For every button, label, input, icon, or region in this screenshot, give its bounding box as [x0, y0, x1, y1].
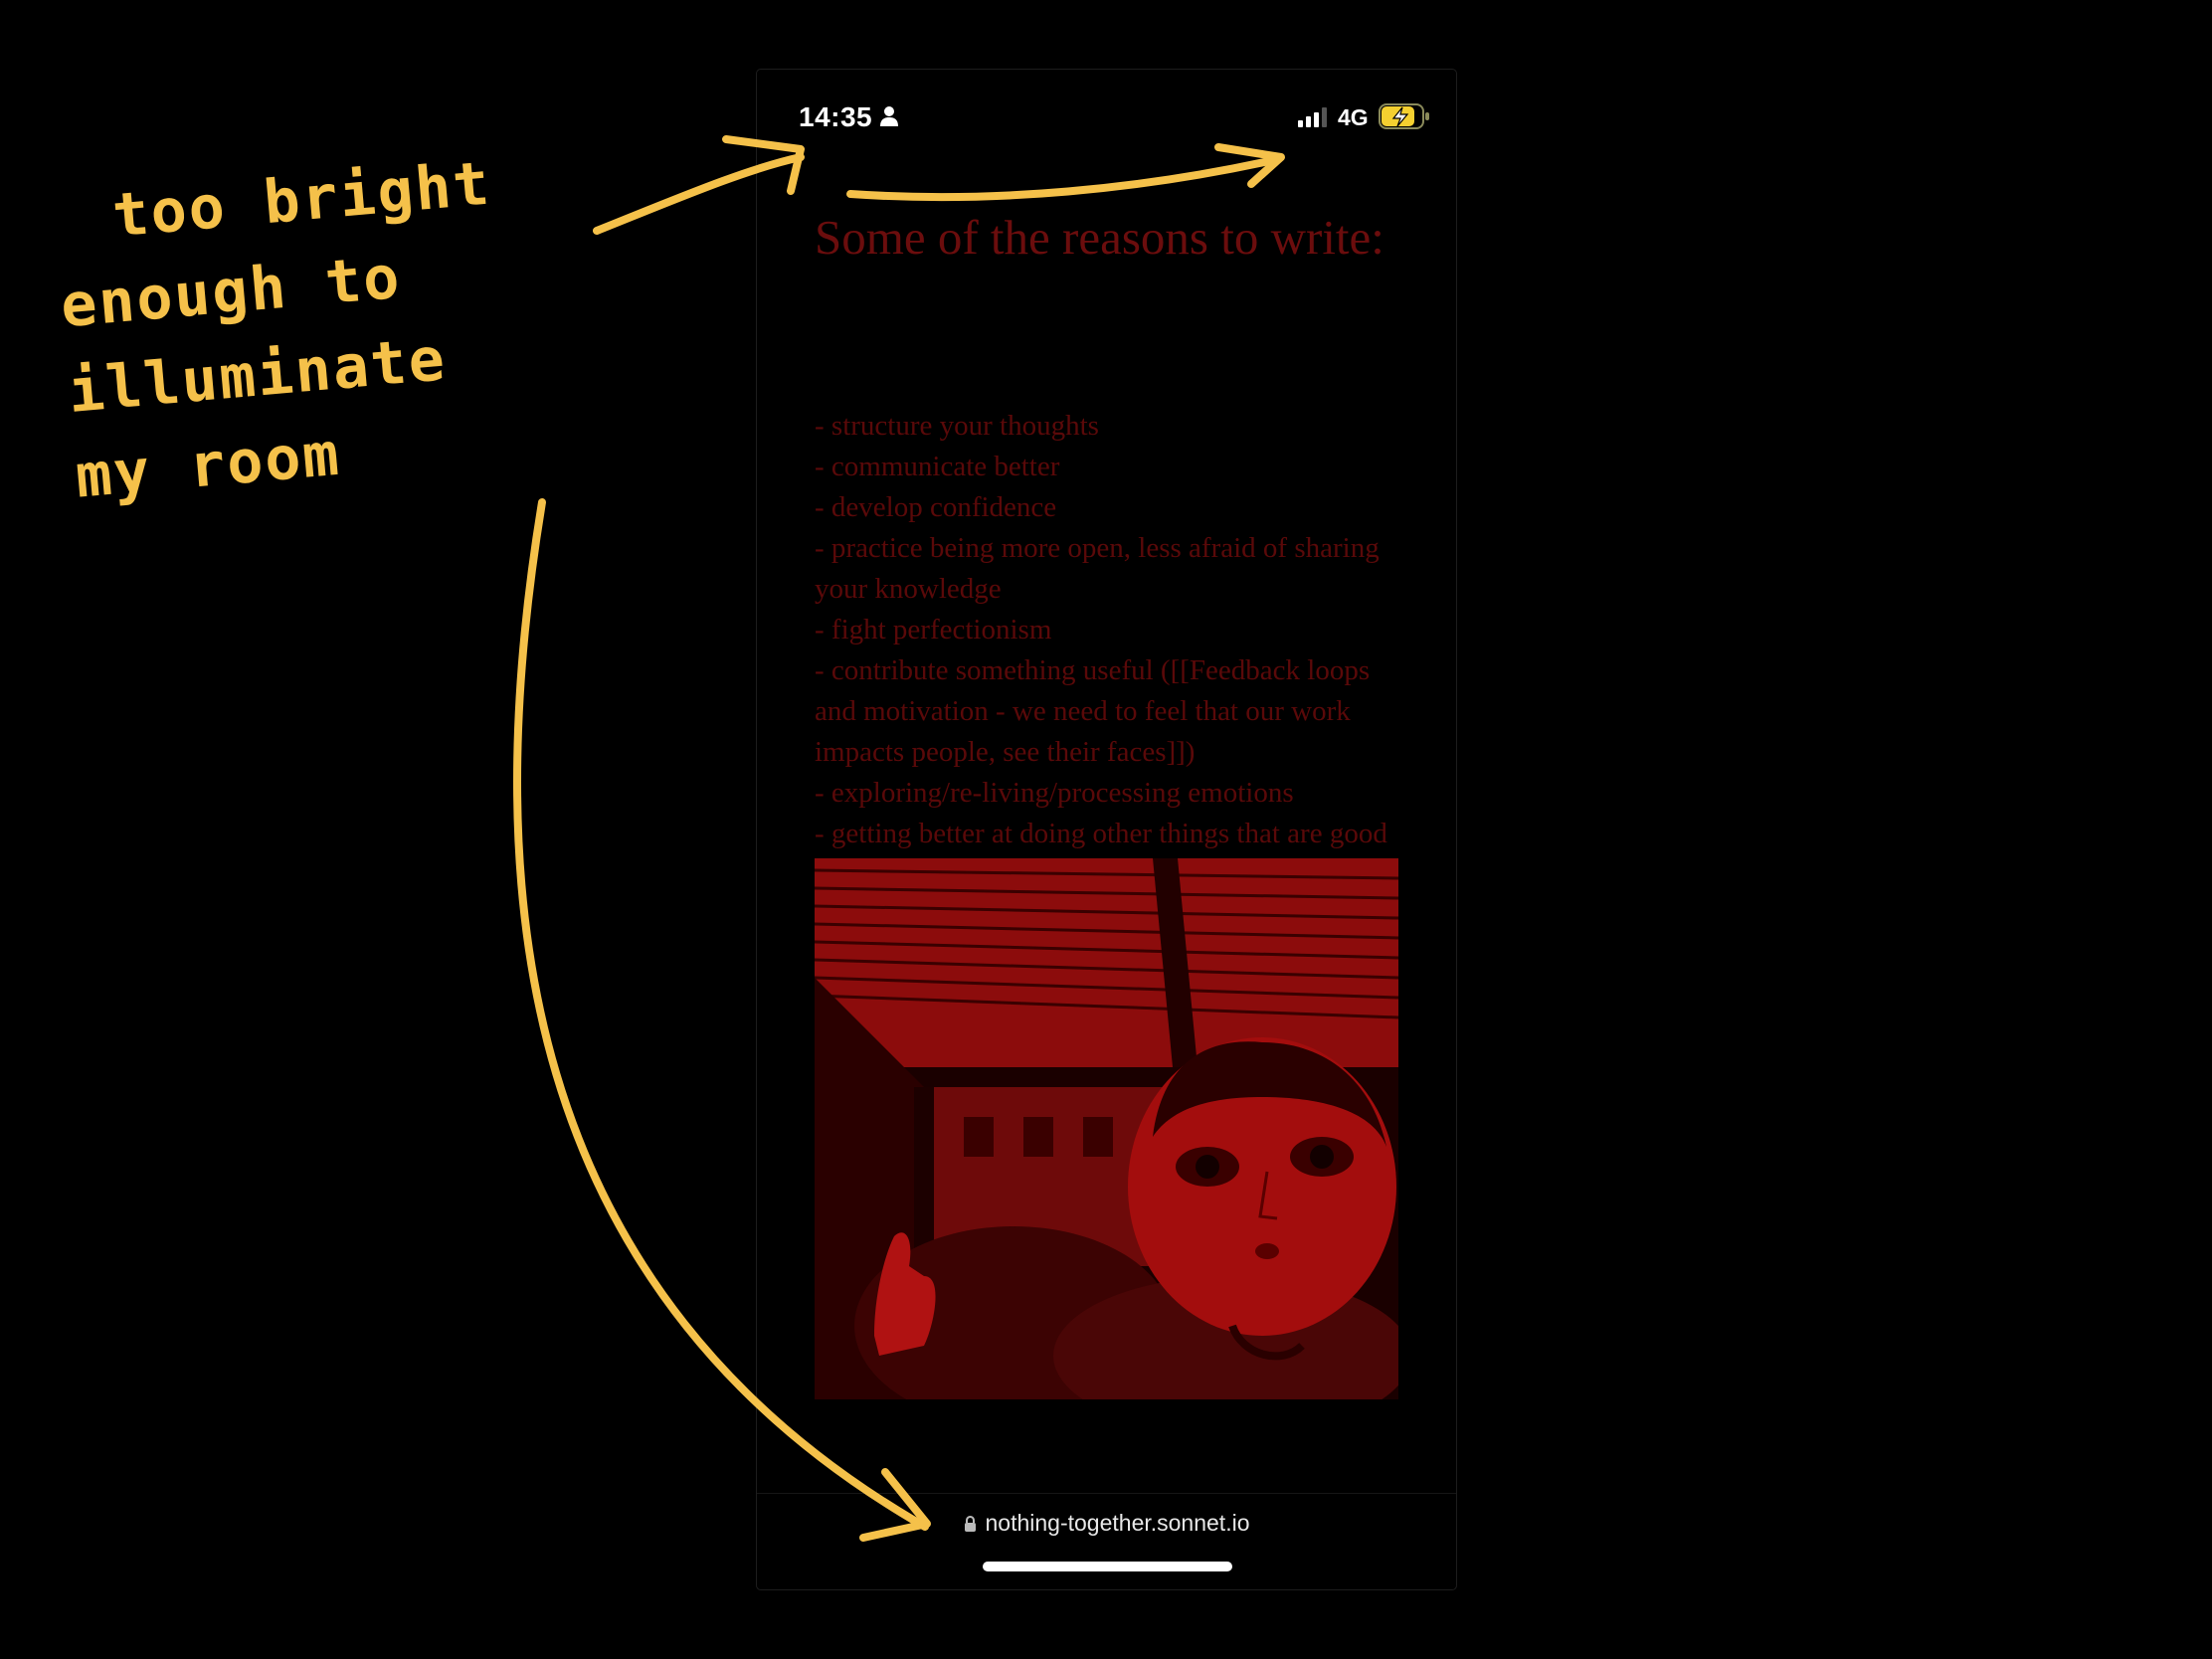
list-item: - communicate better — [815, 451, 1060, 482]
handwritten-annotation: too bright enough to illuminate my room — [50, 115, 813, 520]
home-indicator[interactable] — [983, 1562, 1232, 1571]
list-item: - practice being more open, less afraid … — [815, 532, 1380, 605]
list-item[interactable]: - contribute something useful ([[Feedbac… — [815, 650, 1401, 773]
list-item: - exploring/re-living/processing emotion… — [815, 777, 1294, 809]
canvas: 14:35 4G Some of the reasons to write: -… — [0, 0, 2212, 1659]
battery-charging-icon — [1379, 103, 1429, 129]
list-item: - develop confidence — [815, 491, 1057, 523]
status-bar: 14:35 4G — [757, 70, 1456, 169]
network-type-label: 4G — [1338, 104, 1369, 130]
status-time: 14:35 — [799, 101, 873, 132]
lock-icon — [964, 1516, 976, 1532]
divider — [757, 1493, 1456, 1494]
reasons-list: - structure your thoughts - communicate … — [815, 406, 1401, 895]
person-icon — [880, 106, 898, 126]
phone-screenshot: 14:35 4G Some of the reasons to write: -… — [757, 70, 1456, 1589]
article: Some of the reasons to write: - structur… — [815, 207, 1401, 890]
address-bar[interactable]: nothing-together.sonnet.io — [757, 1510, 1456, 1537]
article-title: Some of the reasons to write: — [815, 210, 1384, 265]
list-item: - fight perfectionism — [815, 614, 1052, 645]
cellular-signal-icon — [1298, 107, 1327, 127]
list-item: - structure your thoughts — [815, 410, 1099, 442]
url-text: nothing-together.sonnet.io — [985, 1510, 1250, 1536]
article-photo — [815, 858, 1398, 1399]
